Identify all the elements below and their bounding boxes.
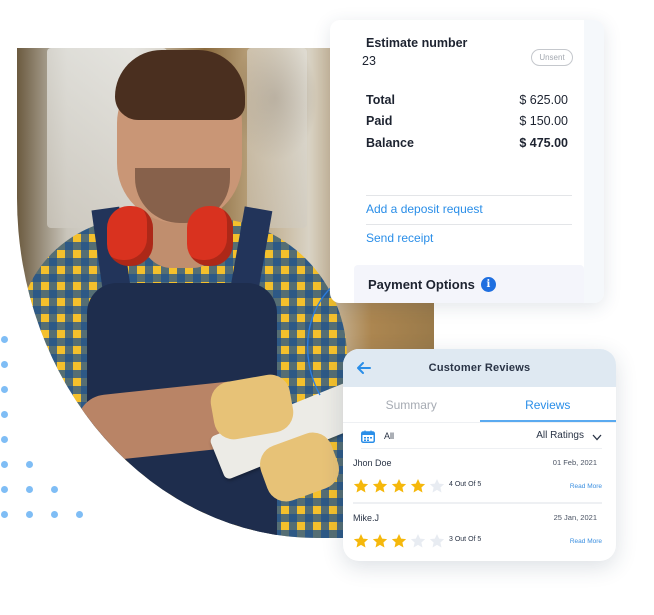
decorative-dot (1, 461, 8, 468)
ear-protector (107, 206, 153, 266)
balance-label: Balance (366, 136, 414, 150)
total-label: Total (366, 93, 395, 107)
decorative-dot (1, 361, 8, 368)
decorative-dot (1, 411, 8, 418)
decorative-dot (1, 436, 8, 443)
reviews-header: Customer Reviews (343, 349, 616, 387)
decorative-dot (1, 336, 8, 343)
star-empty-icon (429, 479, 445, 493)
card-edge (584, 20, 604, 303)
divider (366, 195, 572, 196)
info-icon[interactable]: i (480, 276, 496, 292)
review-date: 25 Jan, 2021 (553, 513, 597, 522)
rating-filter-dropdown[interactable]: All Ratings (536, 430, 584, 441)
reviewer-name: Mike.J (353, 513, 380, 523)
decorative-dot (1, 386, 8, 393)
rating-text: 4 Out Of 5 (449, 481, 482, 488)
star-filled-icon (353, 534, 369, 548)
paid-value: $ 150.00 (519, 114, 568, 128)
chevron-down-icon[interactable] (592, 434, 602, 441)
customer-reviews-card: Customer Reviews Summary Reviews All All… (343, 349, 616, 561)
decorative-dot (1, 486, 8, 493)
review-date: 01 Feb, 2021 (552, 458, 597, 467)
total-row: Total $ 625.00 (366, 93, 568, 107)
star-filled-icon (391, 534, 407, 548)
star-empty-icon (429, 534, 445, 548)
star-filled-icon (410, 479, 426, 493)
decorative-dot (1, 511, 8, 518)
estimate-number-label: Estimate number (366, 36, 468, 50)
balance-row: Balance $ 475.00 (366, 136, 568, 150)
paid-row: Paid $ 150.00 (366, 114, 568, 128)
estimate-card: Estimate number 23 Unsent Total $ 625.00… (330, 20, 604, 303)
add-deposit-request-link[interactable]: Add a deposit request (366, 202, 483, 216)
star-filled-icon (353, 479, 369, 493)
ear-protector (187, 206, 233, 266)
star-filled-icon (391, 479, 407, 493)
star-filled-icon (372, 534, 388, 548)
arrow-left-icon[interactable] (355, 359, 373, 377)
star-rating (353, 478, 445, 494)
reviews-filter-bar: All All Ratings (361, 423, 602, 449)
send-receipt-link[interactable]: Send receipt (366, 231, 433, 245)
star-filled-icon (372, 479, 388, 493)
date-filter-value[interactable]: All (384, 431, 394, 441)
balance-value: $ 475.00 (519, 136, 568, 150)
divider (366, 224, 572, 225)
background-window (247, 48, 307, 228)
status-badge: Unsent (531, 49, 573, 66)
hair (115, 50, 245, 120)
tab-summary[interactable]: Summary (343, 387, 480, 422)
rating-text: 3 Out Of 5 (449, 536, 482, 543)
star-empty-icon (410, 534, 426, 548)
calendar-icon[interactable] (361, 430, 375, 443)
read-more-link[interactable]: Read More (570, 483, 602, 490)
payment-options-label: Payment Options (368, 276, 475, 292)
reviews-title: Customer Reviews (428, 362, 531, 374)
star-rating (353, 533, 445, 549)
reviews-tabs: Summary Reviews (343, 387, 616, 423)
estimate-number-value: 23 (362, 54, 376, 68)
paid-label: Paid (366, 114, 393, 128)
total-value: $ 625.00 (519, 93, 568, 107)
review-item: Jhon Doe 01 Feb, 2021 4 Out Of 5 Read Mo… (353, 449, 602, 502)
reviewer-name: Jhon Doe (353, 458, 392, 468)
read-more-link[interactable]: Read More (570, 538, 602, 545)
review-item: Mike.J 25 Jan, 2021 3 Out Of 5 Read More (353, 502, 602, 555)
payment-options-section[interactable]: Payment Options i (354, 265, 584, 303)
tab-reviews[interactable]: Reviews (479, 387, 616, 422)
